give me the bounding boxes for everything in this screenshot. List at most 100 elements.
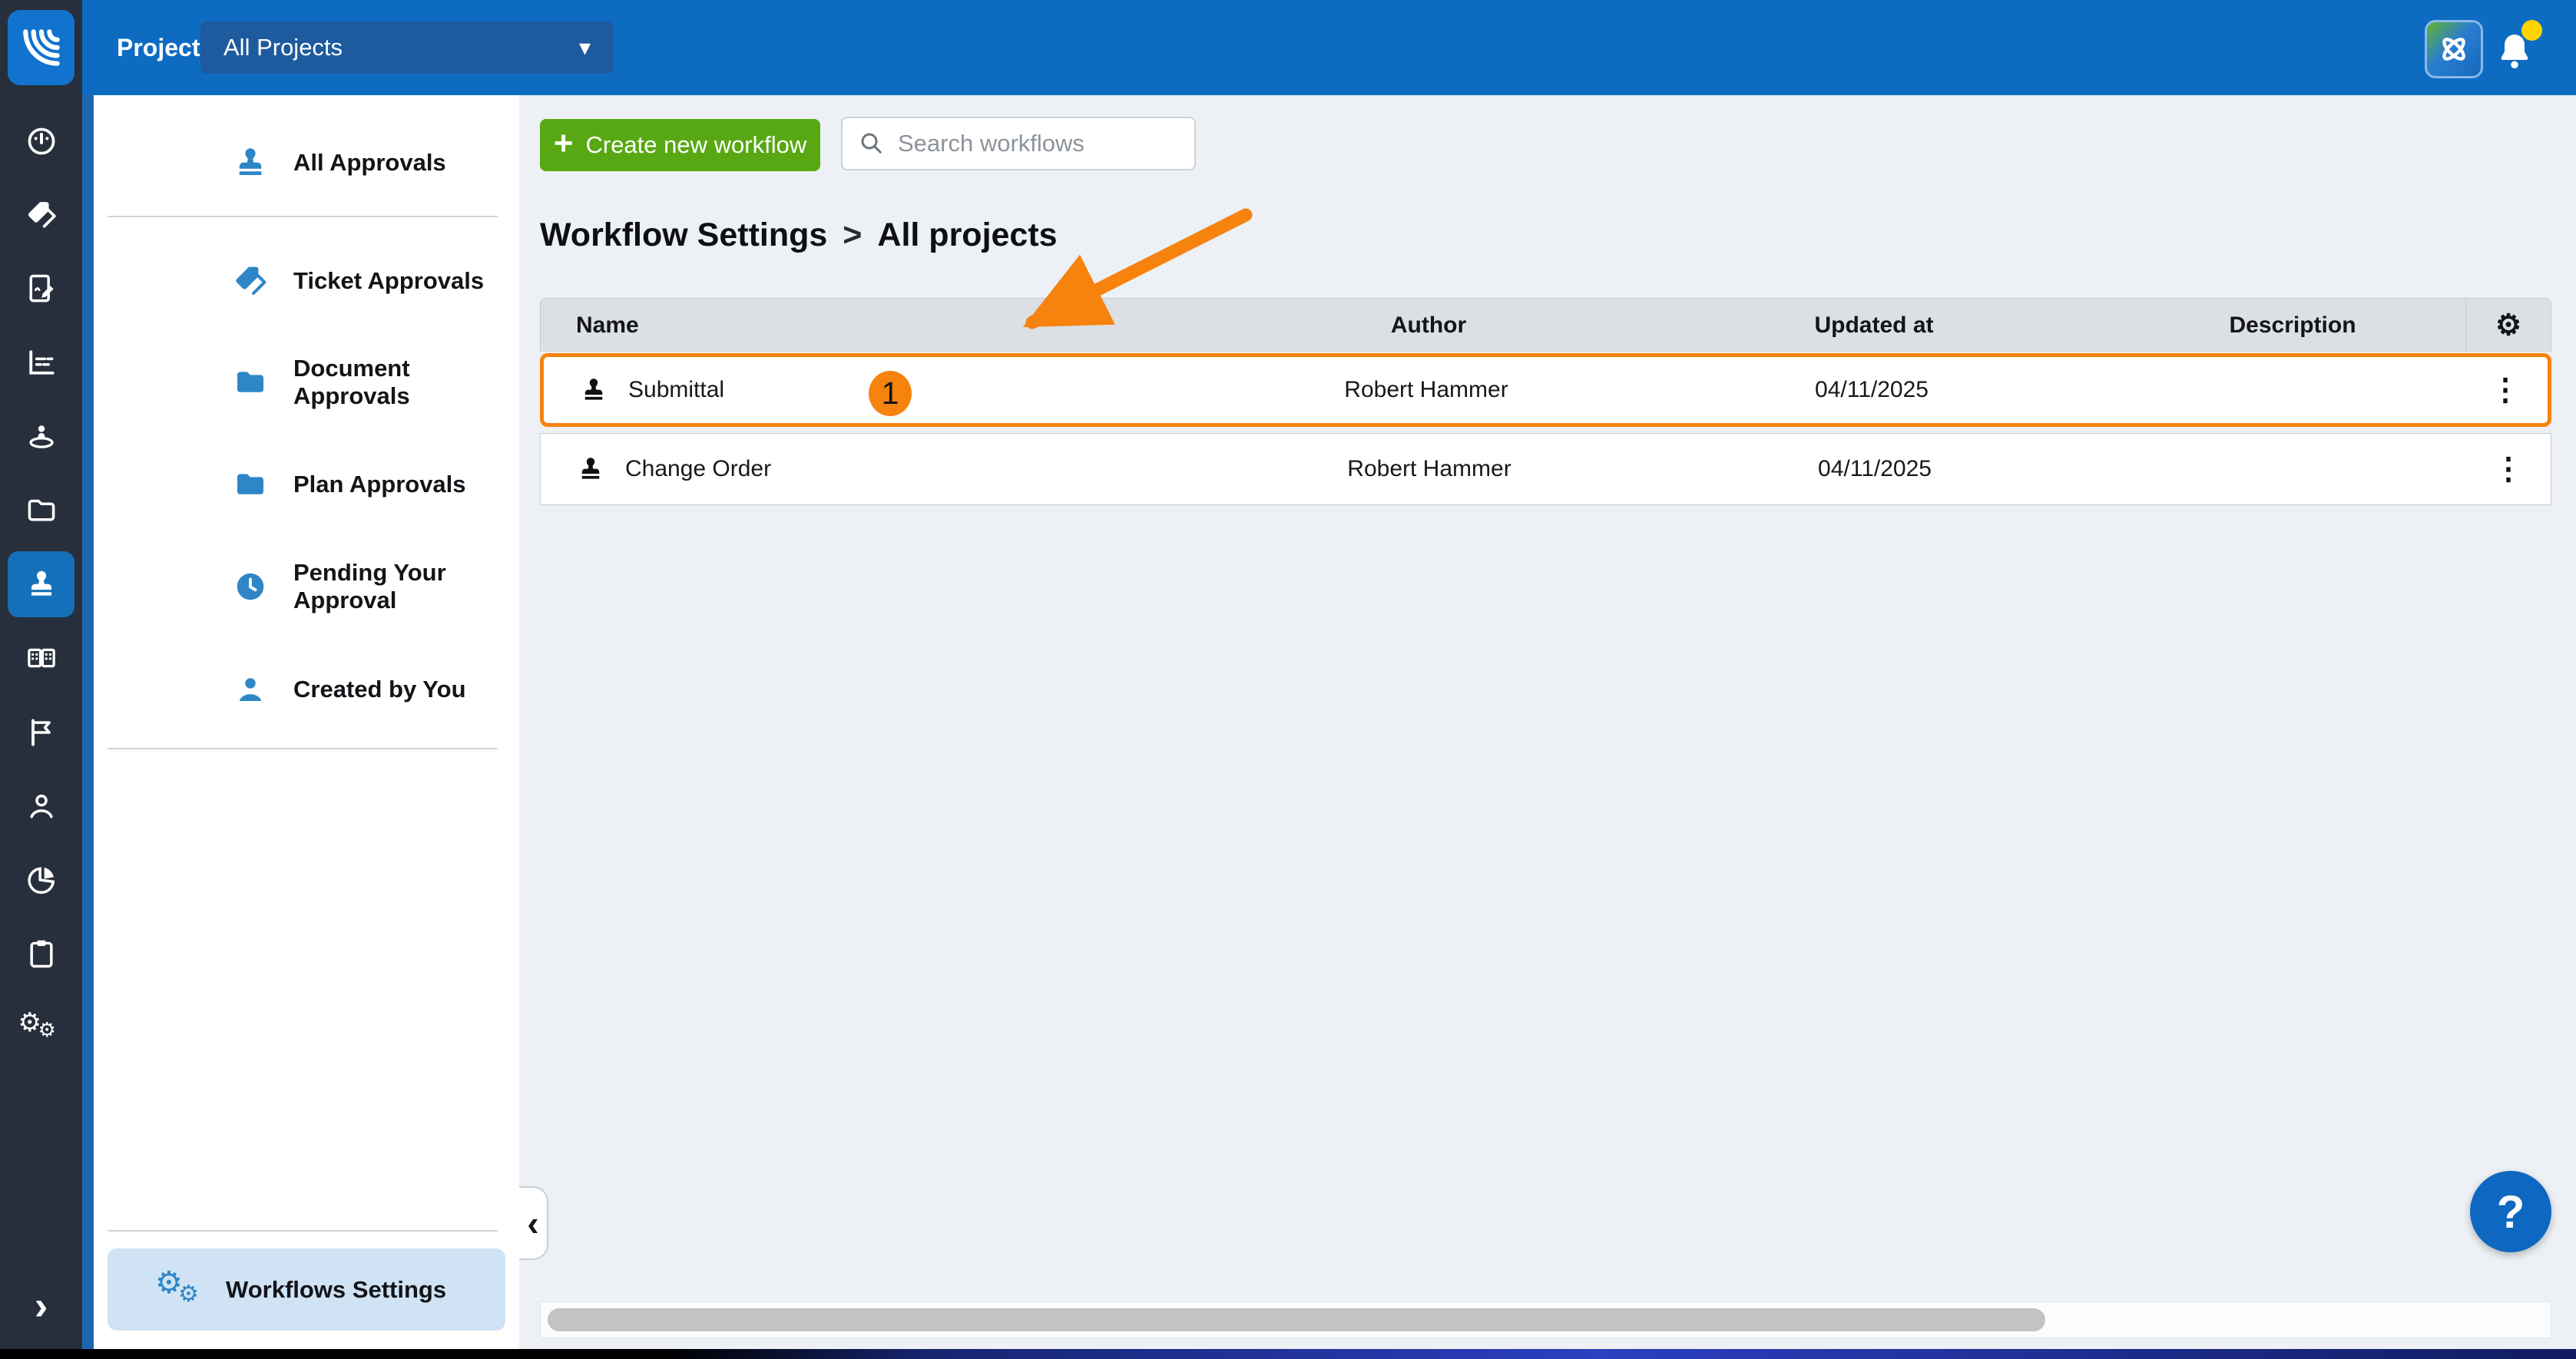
flag-icon xyxy=(25,716,58,749)
sidebar-divider xyxy=(108,216,498,217)
stamp-icon xyxy=(232,144,269,181)
tags-icon xyxy=(25,198,58,232)
clipboard-icon xyxy=(25,937,58,970)
sidebar-item-workflows-settings[interactable]: ⚙⚙ Workflows Settings xyxy=(108,1248,505,1331)
column-header-updated-at[interactable]: Updated at xyxy=(1628,312,2120,339)
rail-item-forms[interactable] xyxy=(0,937,82,970)
rail-item-flags[interactable] xyxy=(0,716,82,749)
notification-dot xyxy=(2521,20,2542,41)
horizontal-scrollbar xyxy=(540,1301,2551,1338)
rail-item-tags[interactable] xyxy=(0,198,82,232)
folder-icon xyxy=(232,364,269,401)
rail-item-companies[interactable] xyxy=(0,641,82,675)
app-switcher-button[interactable] xyxy=(2425,20,2483,78)
knot-x-icon xyxy=(2436,31,2472,67)
approvals-sidebar: All Approvals Ticket Approvals Document … xyxy=(94,95,519,1349)
pie-chart-icon xyxy=(25,863,58,897)
stamp-icon xyxy=(576,455,605,484)
icon-rail: ⚙⚙ › xyxy=(0,0,82,1349)
question-mark-icon: ? xyxy=(2497,1185,2525,1238)
sidebar-item-label: Workflows Settings xyxy=(226,1276,446,1304)
column-header-author[interactable]: Author xyxy=(1229,312,1628,339)
search-icon xyxy=(858,130,886,157)
sidebar-item-label: Created by You xyxy=(293,676,466,703)
create-new-workflow-label: Create new workflow xyxy=(585,131,806,159)
rail-item-dashboard[interactable] xyxy=(0,124,82,158)
sidebar-item-label: Ticket Approvals xyxy=(293,267,484,295)
create-new-workflow-button[interactable]: + Create new workflow xyxy=(540,119,820,171)
rail-item-schedule[interactable] xyxy=(0,346,82,379)
sidebar-accent-strip xyxy=(82,95,94,1349)
workflow-name: Change Order xyxy=(625,456,771,482)
workflow-updated-at: 04/11/2025 xyxy=(1629,456,2121,482)
sidebar-item-ticket-approvals[interactable]: Ticket Approvals xyxy=(94,256,519,306)
help-button[interactable]: ? xyxy=(2470,1171,2551,1252)
column-header-name[interactable]: Name xyxy=(541,312,1229,339)
breadcrumb-root[interactable]: Workflow Settings xyxy=(540,217,827,254)
folder-icon xyxy=(25,494,58,527)
app-logo[interactable] xyxy=(8,10,74,85)
project-select[interactable]: All Projects ▾ xyxy=(200,21,614,74)
sidebar-collapse-button[interactable]: ‹ xyxy=(519,1186,548,1260)
annotation-step-badge: 1 xyxy=(869,371,912,416)
logo-arcs-icon xyxy=(18,24,65,71)
rail-item-documents[interactable] xyxy=(0,494,82,527)
stamp-icon xyxy=(25,567,58,601)
buildings-icon xyxy=(25,641,58,675)
row-menu-kebab-icon[interactable]: ⋮ xyxy=(2490,373,2521,407)
rail-item-daily-reports[interactable] xyxy=(0,272,82,306)
sidebar-item-label: Plan Approvals xyxy=(293,471,466,498)
rail-item-analytics[interactable] xyxy=(0,863,82,897)
sidebar-item-created-by-you[interactable]: Created by You xyxy=(94,665,519,714)
scrollbar-thumb[interactable] xyxy=(548,1308,2045,1331)
folder-icon xyxy=(232,466,269,503)
sidebar-item-document-approvals[interactable]: Document Approvals xyxy=(94,358,519,407)
document-edit-icon xyxy=(25,272,58,306)
sidebar-item-all-approvals[interactable]: All Approvals xyxy=(94,138,519,187)
chevron-right-icon: › xyxy=(35,1284,48,1328)
workflow-name: Submittal xyxy=(628,377,724,403)
top-bar: Project All Projects ▾ xyxy=(82,0,2576,95)
sidebar-item-label: Document Approvals xyxy=(293,355,519,410)
gauge-icon xyxy=(25,124,58,158)
workflow-updated-at: 04/11/2025 xyxy=(1626,377,2117,403)
tags-icon xyxy=(232,263,269,299)
table-header-row: Name Author Updated at Description ⚙ xyxy=(540,298,2551,352)
stamp-icon xyxy=(579,375,608,405)
rail-item-users[interactable] xyxy=(0,789,82,823)
table-row-change-order[interactable]: Change Order Robert Hammer 04/11/2025 ⋮ xyxy=(540,433,2551,505)
person-location-icon xyxy=(25,419,58,453)
app-window: ⚙⚙ › Project All Projects ▾ All Approval… xyxy=(0,0,2576,1359)
chevron-down-icon: ▾ xyxy=(579,35,591,61)
table-settings-gear-icon[interactable]: ⚙ xyxy=(2465,299,2551,352)
row-menu-kebab-icon[interactable]: ⋮ xyxy=(2493,452,2524,486)
workflow-search xyxy=(841,117,1196,170)
table-row-submittal[interactable]: Submittal Robert Hammer 04/11/2025 ⋮ xyxy=(540,353,2551,427)
clock-icon xyxy=(232,568,269,605)
sidebar-item-plan-approvals[interactable]: Plan Approvals xyxy=(94,460,519,509)
workflow-author: Robert Hammer xyxy=(1230,456,1629,482)
rail-item-crew[interactable] xyxy=(0,419,82,453)
rail-item-approvals-active[interactable] xyxy=(0,567,82,601)
breadcrumb: Workflow Settings > All projects xyxy=(540,217,1058,254)
step-number: 1 xyxy=(882,375,899,412)
chart-icon xyxy=(25,346,58,379)
column-header-description[interactable]: Description xyxy=(2120,312,2465,339)
sidebar-item-label: Pending Your Approval xyxy=(293,559,519,614)
breadcrumb-current: All projects xyxy=(877,217,1057,254)
desktop-edge xyxy=(0,1349,2576,1359)
annotation-arrow xyxy=(519,95,2576,1349)
person-icon xyxy=(25,789,58,823)
breadcrumb-separator: > xyxy=(843,217,862,254)
gears-icon: ⚙⚙ xyxy=(155,1267,206,1313)
rail-expand-button[interactable]: › xyxy=(0,1286,82,1326)
sidebar-item-pending-your-approval[interactable]: Pending Your Approval xyxy=(94,562,519,611)
plus-icon: + xyxy=(554,127,574,160)
search-input[interactable] xyxy=(896,129,1176,158)
sidebar-item-label: All Approvals xyxy=(293,149,446,177)
workflow-author: Robert Hammer xyxy=(1227,377,1626,403)
notifications-button[interactable] xyxy=(2488,23,2542,77)
rail-item-settings[interactable]: ⚙⚙ xyxy=(0,1010,82,1044)
project-label: Project xyxy=(117,0,200,95)
main-content: + Create new workflow Workflow Settings … xyxy=(519,95,2576,1349)
